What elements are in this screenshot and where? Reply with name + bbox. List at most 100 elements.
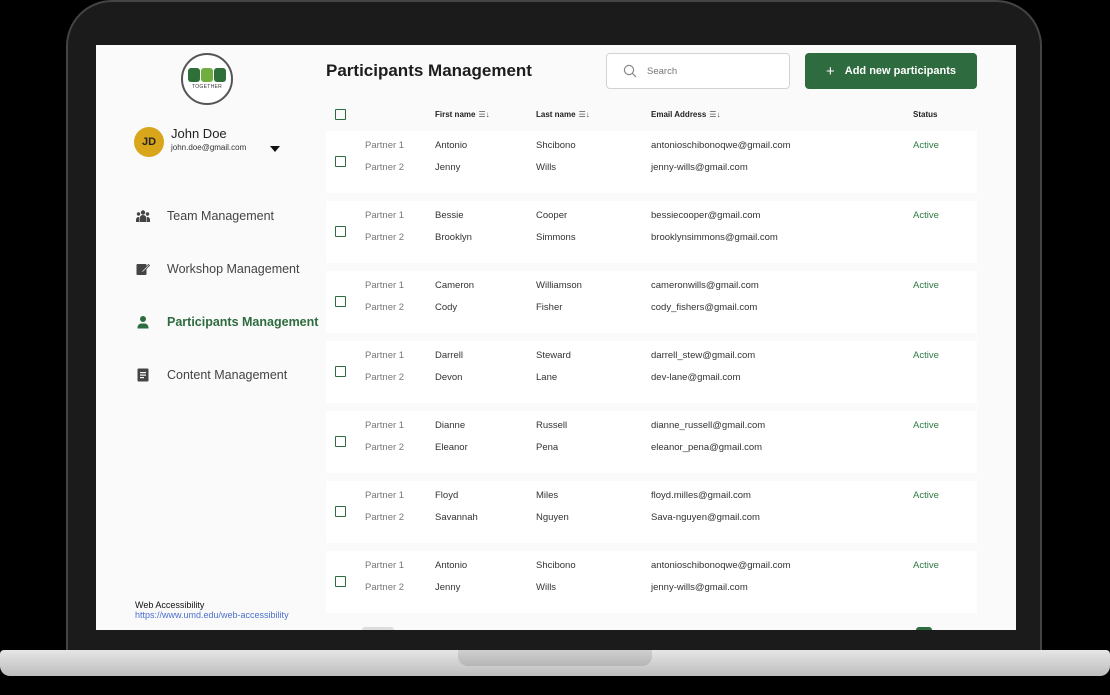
cell-p1: Partner 1: [365, 420, 405, 431]
web-accessibility-label: Web Accessibility: [135, 600, 205, 610]
table-row[interactable]: Partner 1 Partner 2 Antonio Jenny Shcibono Wi…: [326, 131, 977, 193]
cell-status: Active: [913, 140, 939, 151]
page-title: Participants Management: [326, 61, 532, 80]
table-row[interactable]: Partner 1 Partner 2 Darrell Devon Steward Lan…: [326, 341, 977, 403]
cell-email2: Sava-nguyen@gmail.com: [651, 512, 760, 523]
add-button-label: Add new participants: [844, 65, 956, 77]
cell-status: Active: [913, 420, 939, 431]
cell-p1: Partner 1: [365, 210, 405, 221]
cell-email2: jenny-wills@gmail.com: [651, 162, 748, 173]
sidebar: TOGETHER JD John Doe john.doe@gmail.com …: [96, 45, 318, 630]
cell-last1: Miles: [536, 490, 559, 501]
plus-icon: +: [825, 62, 835, 80]
sidebar-item-label: Content Management: [167, 368, 288, 382]
row-checkbox[interactable]: [335, 366, 346, 377]
cell-email1: darrell_stew@gmail.com: [651, 350, 756, 361]
sidebar-item-workshop-management[interactable]: Workshop Management: [136, 258, 316, 280]
cell-last1: Shcibono: [536, 560, 576, 571]
cell-last1: Shcibono: [536, 140, 576, 151]
person-icon: [136, 315, 150, 329]
pagination-control[interactable]: [362, 627, 394, 630]
cell-first1: Antonio: [435, 140, 468, 151]
laptop-notch: [458, 650, 652, 666]
cell-status: Active: [913, 210, 939, 221]
cell-first2: Devon: [435, 372, 463, 383]
table-row[interactable]: Partner 1 Partner 2 Bessie Brooklyn Cooper Si…: [326, 201, 977, 263]
cell-p2: Partner 2: [365, 512, 405, 523]
cell-first2: Eleanor: [435, 442, 468, 453]
row-checkbox[interactable]: [335, 226, 346, 237]
sort-icon: ☰↓: [478, 110, 490, 119]
cell-first2: Jenny: [435, 582, 461, 593]
cell-p1: Partner 1: [365, 140, 405, 151]
select-all-checkbox[interactable]: [335, 109, 346, 120]
table-row[interactable]: Partner 1 Partner 2 Floyd Savannah Miles Nguy…: [326, 481, 977, 543]
table-row[interactable]: Partner 1 Partner 2 Cameron Cody Williamson F…: [326, 271, 977, 333]
cell-status: Active: [913, 350, 939, 361]
cell-last2: Wills: [536, 582, 557, 593]
sidebar-item-label: Team Management: [167, 209, 275, 223]
cell-p2: Partner 2: [365, 302, 405, 313]
sidebar-item-participants-management[interactable]: Participants Management: [136, 311, 318, 333]
table-row[interactable]: Partner 1 Partner 2 Antonio Jenny Shcibono Wi…: [326, 551, 977, 613]
cell-email1: bessiecooper@gmail.com: [651, 210, 761, 221]
cell-p1: Partner 1: [365, 350, 405, 361]
cell-last2: Lane: [536, 372, 558, 383]
web-accessibility-footer: Web Accessibility https://www.umd.edu/we…: [135, 600, 289, 620]
sort-icon: ☰↓: [578, 110, 590, 119]
sidebar-item-content-management[interactable]: Content Management: [136, 364, 316, 386]
header-email-address[interactable]: Email Address ☰↓: [651, 110, 720, 119]
search-input[interactable]: [645, 64, 779, 78]
cell-first1: Cameron: [435, 280, 475, 291]
user-name: John Doe: [171, 126, 227, 141]
cell-first2: Jenny: [435, 162, 461, 173]
cell-last1: Cooper: [536, 210, 568, 221]
cell-first2: Brooklyn: [435, 232, 472, 243]
cell-email2: jenny-wills@gmail.com: [651, 582, 748, 593]
cell-status: Active: [913, 490, 939, 501]
sidebar-item-label: Workshop Management: [167, 262, 300, 276]
cell-first1: Dianne: [435, 420, 466, 431]
cell-last2: Nguyen: [536, 512, 569, 523]
cell-email1: cameronwills@gmail.com: [651, 280, 759, 291]
header-status: Status: [913, 110, 938, 119]
cell-email1: antonioschibonoqwe@gmail.com: [651, 140, 791, 151]
cell-first1: Darrell: [435, 350, 463, 361]
cell-first2: Savannah: [435, 512, 478, 523]
cell-email1: dianne_russell@gmail.com: [651, 420, 766, 431]
pagination-active[interactable]: [916, 627, 932, 630]
together-logo[interactable]: TOGETHER: [181, 53, 233, 105]
search-icon: [623, 64, 637, 78]
table-header: First name ☰↓ Last name ☰↓ Email Address ☰↓…: [326, 105, 977, 125]
cell-p1: Partner 1: [365, 280, 405, 291]
search-box[interactable]: [606, 53, 790, 89]
cell-p2: Partner 2: [365, 582, 405, 593]
table-row[interactable]: Partner 1 Partner 2 Dianne Eleanor Russell Pe…: [326, 411, 977, 473]
cell-email2: eleanor_pena@gmail.com: [651, 442, 763, 453]
logo-text: TOGETHER: [191, 84, 223, 90]
header-first-name[interactable]: First name ☰↓: [435, 110, 490, 119]
cell-last1: Steward: [536, 350, 571, 361]
cell-first1: Floyd: [435, 490, 459, 501]
cell-first1: Antonio: [435, 560, 468, 571]
cell-last2: Pena: [536, 442, 559, 453]
cell-p2: Partner 2: [365, 442, 405, 453]
app-screen: TOGETHER JD John Doe john.doe@gmail.com …: [96, 45, 1016, 630]
row-checkbox[interactable]: [335, 576, 346, 587]
row-checkbox[interactable]: [335, 436, 346, 447]
chevron-down-icon[interactable]: [270, 146, 280, 152]
sidebar-item-team-management[interactable]: Team Management: [136, 205, 316, 227]
row-checkbox[interactable]: [335, 156, 346, 167]
cell-status: Active: [913, 560, 939, 571]
row-checkbox[interactable]: [335, 506, 346, 517]
header-last-name[interactable]: Last name ☰↓: [536, 110, 590, 119]
web-accessibility-link[interactable]: https://www.umd.edu/web-accessibility: [135, 610, 289, 620]
user-email: john.doe@gmail.com: [171, 143, 247, 152]
row-checkbox[interactable]: [335, 296, 346, 307]
add-new-participants-button[interactable]: + Add new participants: [805, 53, 977, 89]
cell-email2: brooklynsimmons@gmail.com: [651, 232, 778, 243]
cell-p2: Partner 2: [365, 232, 405, 243]
cell-p1: Partner 1: [365, 560, 405, 571]
user-profile[interactable]: JD John Doe john.doe@gmail.com: [134, 125, 314, 161]
cell-p2: Partner 2: [365, 162, 405, 173]
